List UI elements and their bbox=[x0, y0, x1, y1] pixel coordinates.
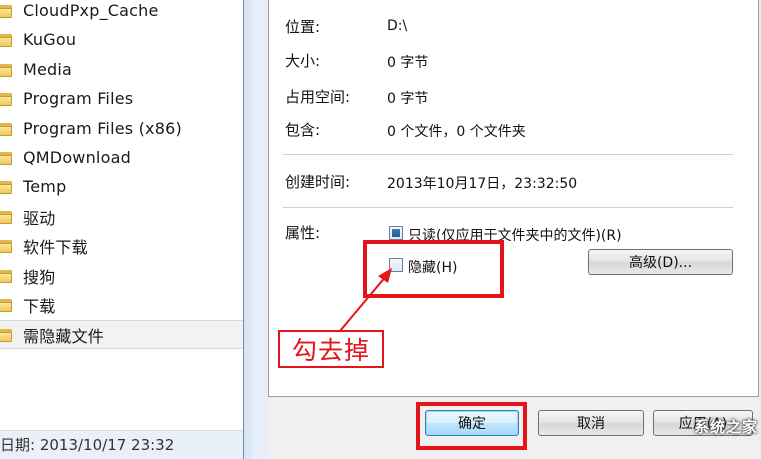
hidden-checkbox-highlight bbox=[363, 240, 504, 298]
folder-icon bbox=[0, 91, 12, 106]
contains-value: 0 个文件，0 个文件夹 bbox=[387, 124, 526, 140]
watermark: 系统之家 bbox=[598, 406, 758, 446]
folder-label: QMDownload bbox=[23, 148, 131, 167]
folder-icon bbox=[0, 327, 12, 342]
folder-label: Program Files (x86) bbox=[23, 119, 182, 138]
advanced-button[interactable]: 高级(D)... bbox=[588, 249, 733, 275]
ok-button-highlight bbox=[416, 402, 527, 450]
folder-item[interactable]: QMDownload bbox=[0, 143, 243, 172]
folder-item[interactable]: Temp bbox=[0, 172, 243, 201]
modified-date-status: 日期: 2013/10/17 23:32 bbox=[0, 430, 243, 459]
folder-label: 需隐藏文件 bbox=[23, 326, 105, 346]
disk-size-value: 0 字节 bbox=[387, 91, 429, 107]
created-label: 创建时间: bbox=[285, 173, 351, 191]
folder-item[interactable]: 下载 bbox=[0, 290, 243, 319]
folder-label: 下载 bbox=[23, 296, 56, 316]
annotation-label: 勾去掉 bbox=[278, 330, 384, 368]
folder-icon bbox=[0, 150, 12, 165]
folder-item[interactable]: 驱动 bbox=[0, 202, 243, 231]
folder-label: 驱动 bbox=[23, 208, 56, 228]
size-value: 0 字节 bbox=[387, 55, 429, 71]
location-label: 位置: bbox=[285, 18, 321, 36]
folder-item[interactable]: CloudPxp_Cache bbox=[0, 0, 243, 25]
folder-item[interactable]: Program Files (x86) bbox=[0, 114, 243, 143]
folder-label: 搜狗 bbox=[23, 267, 56, 287]
readonly-checkbox[interactable] bbox=[389, 226, 403, 240]
created-value: 2013年10月17日，23:32:50 bbox=[387, 176, 578, 192]
size-label: 大小: bbox=[285, 52, 321, 70]
folder-item[interactable]: 软件下载 bbox=[0, 231, 243, 260]
folder-icon bbox=[0, 121, 12, 136]
explorer-folder-list: CloudPxp_Cache KuGou Media Program Files Pro… bbox=[0, 0, 243, 459]
divider bbox=[283, 207, 733, 208]
folder-label: Media bbox=[23, 60, 73, 79]
folder-item[interactable]: KuGou bbox=[0, 25, 243, 54]
folder-item[interactable]: Program Files bbox=[0, 84, 243, 113]
folder-label: KuGou bbox=[23, 30, 77, 49]
attributes-label: 属性: bbox=[285, 224, 321, 242]
folder-icon bbox=[0, 268, 12, 283]
folder-label: CloudPxp_Cache bbox=[23, 1, 159, 20]
folder-icon bbox=[0, 62, 12, 77]
folder-icon bbox=[0, 238, 12, 253]
folder-icon bbox=[0, 209, 12, 224]
contains-label: 包含: bbox=[285, 121, 321, 139]
folder-icon bbox=[0, 32, 12, 47]
folder-icon bbox=[0, 297, 12, 312]
folder-label: Program Files bbox=[23, 89, 134, 108]
location-value: D:\ bbox=[387, 18, 408, 34]
folder-item[interactable]: 需隐藏文件 bbox=[0, 320, 243, 349]
disk-size-label: 占用空间: bbox=[285, 88, 351, 106]
folder-item[interactable]: Media bbox=[0, 55, 243, 84]
divider bbox=[283, 154, 733, 155]
folder-label: 软件下载 bbox=[23, 237, 88, 257]
folder-icon bbox=[0, 179, 12, 194]
folder-icon bbox=[0, 3, 12, 18]
folder-item[interactable]: 搜狗 bbox=[0, 261, 243, 290]
folder-label: Temp bbox=[23, 177, 67, 196]
watermark-text: 系统之家 bbox=[693, 417, 758, 436]
